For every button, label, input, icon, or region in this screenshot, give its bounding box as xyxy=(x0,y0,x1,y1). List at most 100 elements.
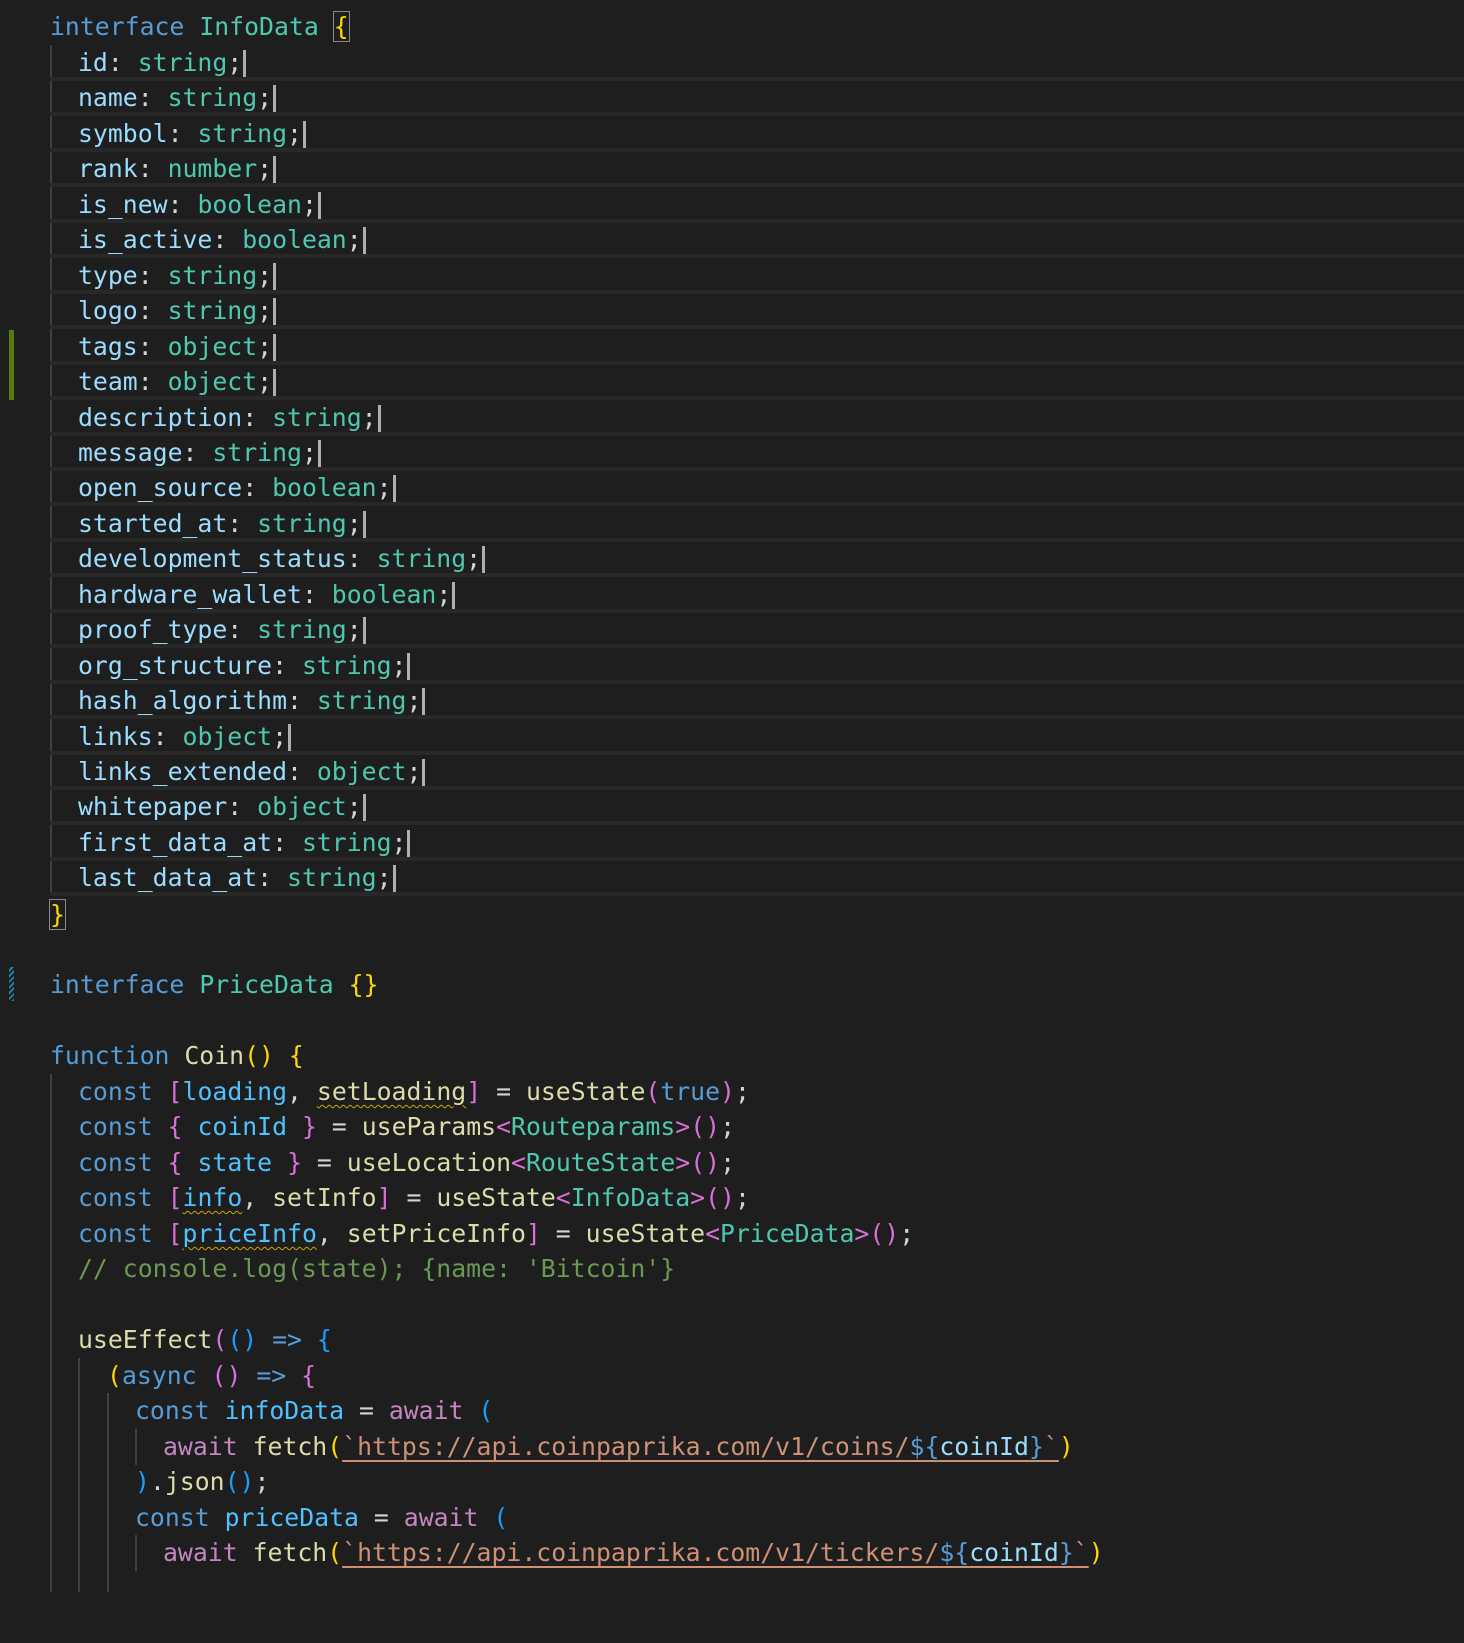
function-call: useState xyxy=(525,1077,646,1106)
interface-field-line: message: string; xyxy=(0,435,1464,471)
code-line: (async () => { xyxy=(107,1361,317,1390)
field-type: string xyxy=(376,544,467,573)
field-type: string xyxy=(257,509,347,538)
code-line: const { state } = useLocation<RouteState… xyxy=(78,1148,735,1177)
field-name: open_source xyxy=(78,473,243,502)
type-name: PriceData xyxy=(720,1219,855,1248)
code-line: useEffect(() => { xyxy=(78,1325,332,1354)
variable: loading xyxy=(182,1077,288,1106)
field-name: hash_algorithm xyxy=(78,686,288,715)
code-line: const [info, setInfo] = useState<InfoDat… xyxy=(78,1183,750,1212)
field-name: message xyxy=(78,438,183,467)
field-name: hardware_wallet xyxy=(78,580,302,609)
keyword: await xyxy=(403,1503,479,1532)
multi-cursor-caret xyxy=(392,475,396,503)
variable: coinId xyxy=(939,1432,1029,1461)
interface-field-line: symbol: string; xyxy=(0,116,1464,152)
type-name: Routeparams xyxy=(511,1112,676,1141)
code-line: const priceData = await ( xyxy=(135,1503,509,1532)
interface-field-line: whitepaper: object; xyxy=(0,789,1464,825)
url-link[interactable]: https://api.coinpaprika.com/v1/tickers/ xyxy=(357,1538,939,1567)
multi-cursor-caret xyxy=(362,511,366,539)
interface-field-line: started_at: string; xyxy=(0,506,1464,542)
interface-field-line: links_extended: object; xyxy=(0,754,1464,790)
close-brace: } xyxy=(49,899,66,930)
interface-field-line: first_data_at: string; xyxy=(0,825,1464,861)
multi-cursor-caret xyxy=(302,121,306,149)
field-type: string xyxy=(137,48,228,77)
keyword: interface xyxy=(50,12,185,41)
function-call: useState xyxy=(585,1219,706,1248)
variable: coinId xyxy=(197,1112,288,1141)
multi-cursor-caret xyxy=(407,653,411,681)
field-type: boolean xyxy=(242,225,347,254)
arrow-operator: => xyxy=(272,1325,302,1354)
code-line: const { coinId } = useParams<Routeparams… xyxy=(78,1112,735,1141)
keyword: await xyxy=(388,1396,464,1425)
type-name: InfoData xyxy=(570,1183,691,1212)
variable: setInfo xyxy=(272,1183,377,1212)
code-line: interface InfoData { xyxy=(0,9,1464,45)
field-type: string xyxy=(167,261,258,290)
unused-variable-warning[interactable]: setLoading xyxy=(317,1077,466,1106)
field-type: boolean xyxy=(197,190,302,219)
field-name: rank xyxy=(78,154,138,183)
field-type: string xyxy=(167,83,258,112)
url-link[interactable]: https://api.coinpaprika.com/v1/coins/ xyxy=(357,1432,909,1461)
keyword: const xyxy=(78,1148,153,1177)
field-type: string xyxy=(301,651,392,680)
multi-cursor-caret xyxy=(362,794,366,822)
function-call: fetch xyxy=(252,1538,328,1567)
multi-cursor-caret xyxy=(377,405,381,433)
variable: state xyxy=(197,1148,273,1177)
field-type: number xyxy=(167,154,258,183)
code-line: await fetch(`https://api.coinpaprika.com… xyxy=(163,1432,1074,1461)
field-name: description xyxy=(78,403,243,432)
multi-cursor-caret xyxy=(273,85,277,113)
field-name: is_active xyxy=(78,225,213,254)
function-call: fetch xyxy=(252,1432,328,1461)
field-name: id xyxy=(78,48,108,77)
multi-cursor-caret xyxy=(422,688,426,716)
field-name: team xyxy=(78,367,138,396)
field-name: org_structure xyxy=(78,651,273,680)
function-call: useParams xyxy=(361,1112,497,1141)
function-name: Coin xyxy=(184,1041,245,1070)
code-comment: // console.log(state); {name: 'Bitcoin'} xyxy=(78,1254,676,1283)
code-line: ).json(); xyxy=(135,1467,270,1496)
template-string[interactable]: `https://api.coinpaprika.com/v1/tickers/… xyxy=(342,1538,1089,1567)
interface-field-line: org_structure: string; xyxy=(0,648,1464,684)
unused-variable-warning[interactable]: info xyxy=(183,1183,243,1212)
parens: () xyxy=(244,1041,274,1070)
code-line: // console.log(state); {name: 'Bitcoin'} xyxy=(0,1251,1464,1287)
code-line: interface PriceData {} xyxy=(0,967,1464,1003)
template-string[interactable]: `https://api.coinpaprika.com/v1/coins/${… xyxy=(342,1432,1059,1461)
field-type: object xyxy=(167,367,258,396)
multi-cursor-caret xyxy=(288,724,292,752)
unused-variable-warning[interactable]: priceInfo xyxy=(183,1219,317,1248)
interface-field-line: development_status: string; xyxy=(0,541,1464,577)
multi-cursor-caret xyxy=(317,440,321,468)
interface-field-line: proof_type: string; xyxy=(0,612,1464,648)
type-name: RouteState xyxy=(525,1148,676,1177)
interface-field-line: name: string; xyxy=(0,80,1464,116)
field-type: boolean xyxy=(272,473,377,502)
variable: coinId xyxy=(969,1538,1059,1567)
field-name: logo xyxy=(78,296,138,325)
field-type: string xyxy=(212,438,302,467)
field-name: last_data_at xyxy=(78,863,258,892)
multi-cursor-caret xyxy=(362,617,366,645)
interface-field-line: is_new: boolean; xyxy=(0,187,1464,223)
field-name: proof_type xyxy=(78,615,228,644)
multi-cursor-caret xyxy=(273,334,277,362)
code-line: } xyxy=(0,897,1464,933)
interface-field-line: open_source: boolean; xyxy=(0,470,1464,506)
field-name: symbol xyxy=(78,119,168,148)
function-call: useLocation xyxy=(346,1148,512,1177)
code-editor[interactable]: interface InfoData { id: string; name: st… xyxy=(0,0,1464,1592)
function-call: json xyxy=(164,1467,225,1496)
keyword: const xyxy=(135,1503,210,1532)
field-type: string xyxy=(167,296,258,325)
field-type: object xyxy=(167,332,258,361)
multi-cursor-caret xyxy=(362,227,366,255)
